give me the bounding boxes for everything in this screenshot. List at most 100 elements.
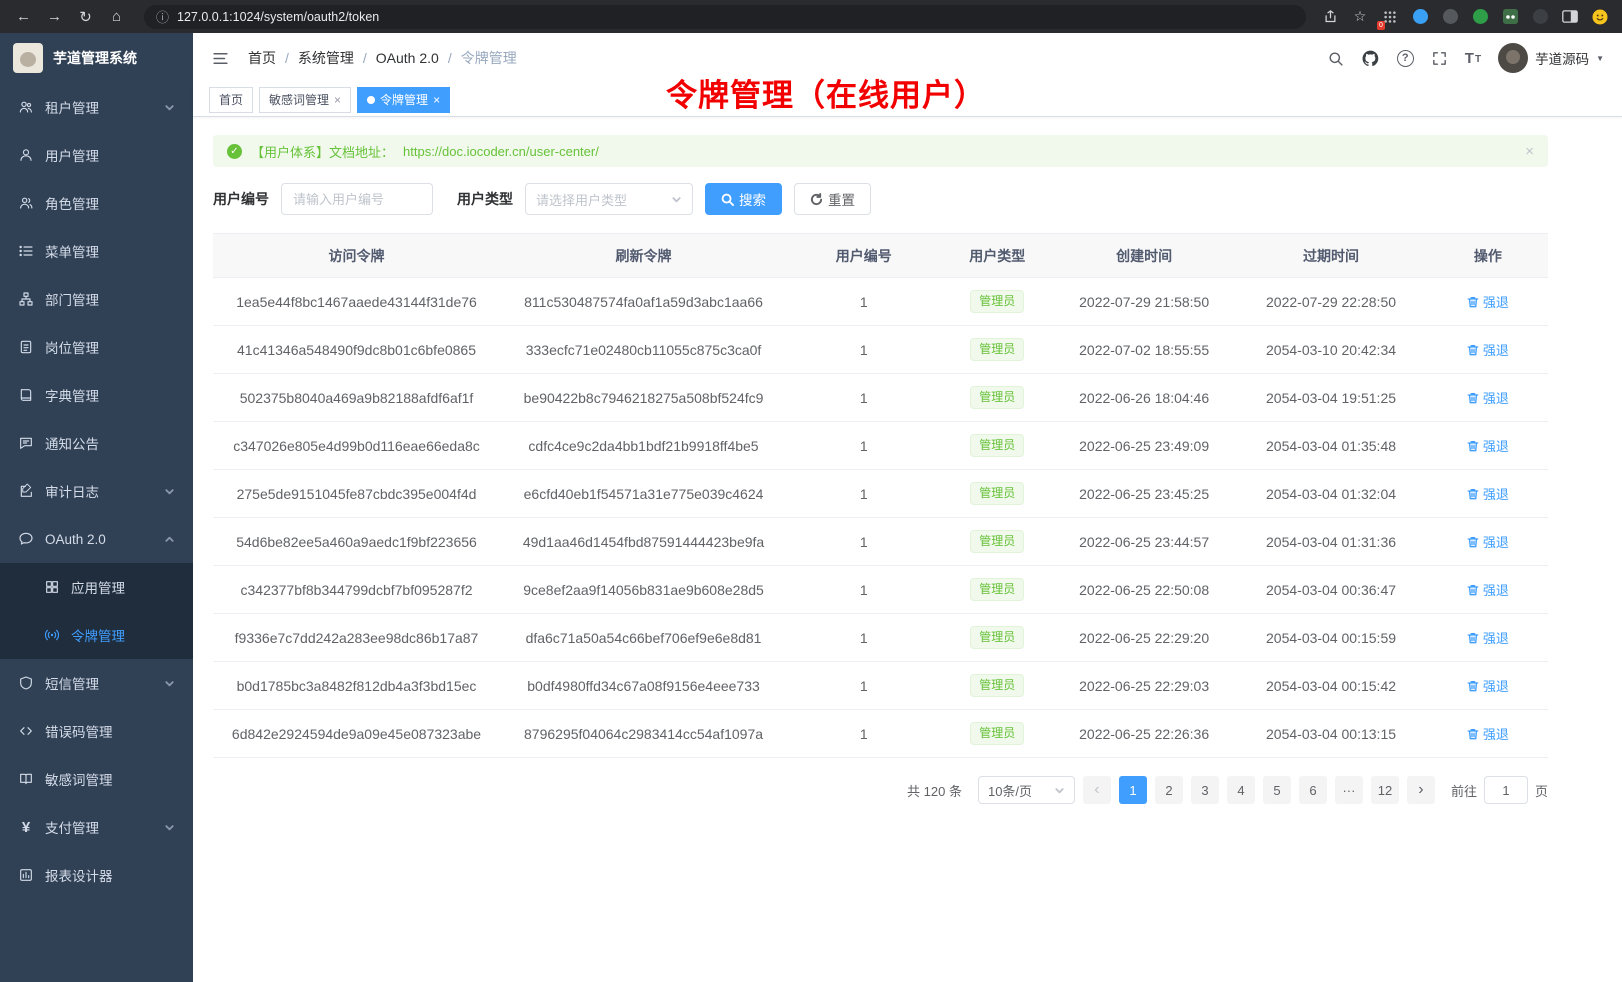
force-logout-button[interactable]: 强退 <box>1467 628 1509 647</box>
extension-monkey-icon[interactable] <box>1500 7 1520 27</box>
user-type-cell: 管理员 <box>941 338 1054 361</box>
sidebar-item-dict[interactable]: 字典管理 <box>0 371 193 419</box>
tab-close-icon[interactable]: × <box>334 93 341 107</box>
sidebar-item-error-code[interactable]: 错误码管理 <box>0 707 193 755</box>
prev-page-button[interactable]: ‹ <box>1083 776 1111 804</box>
split-screen-icon[interactable] <box>1560 7 1580 27</box>
force-logout-button[interactable]: 强退 <box>1467 484 1509 503</box>
reset-button[interactable]: 重置 <box>794 183 871 215</box>
search-button[interactable]: 搜索 <box>705 183 782 215</box>
trash-icon <box>1467 440 1479 452</box>
sidebar-item-report-designer[interactable]: 报表设计器 <box>0 851 193 899</box>
page-button[interactable]: 3 <box>1191 776 1219 804</box>
tab-home[interactable]: 首页 <box>209 87 253 113</box>
user-type-select[interactable]: 请选择用户类型 <box>525 183 693 215</box>
sidebar-item-pay[interactable]: ¥ 支付管理 <box>0 803 193 851</box>
user-menu[interactable]: 芋道源码 ▼ <box>1498 43 1604 73</box>
sidebar-item-tenant[interactable]: 租户管理 <box>0 83 193 131</box>
page-button[interactable]: 12 <box>1371 776 1399 804</box>
page-button[interactable]: 6 <box>1299 776 1327 804</box>
force-logout-button[interactable]: 强退 <box>1467 340 1509 359</box>
breadcrumb-home[interactable]: 首页 <box>248 48 276 68</box>
page-goto-input[interactable] <box>1484 776 1528 804</box>
font-size-icon[interactable]: TT <box>1465 51 1481 66</box>
browser-home-button[interactable]: ⌂ <box>103 4 130 29</box>
page-ellipsis-button[interactable]: ··· <box>1335 776 1363 804</box>
force-logout-label: 强退 <box>1483 436 1509 455</box>
user-id-cell: 1 <box>787 582 941 598</box>
expired-at-cell: 2054-03-04 01:35:48 <box>1234 438 1428 454</box>
profile-avatar[interactable] <box>1590 7 1610 27</box>
search-icon[interactable] <box>1327 50 1344 67</box>
alert-close-icon[interactable]: × <box>1525 143 1534 160</box>
bookmark-star-icon[interactable]: ☆ <box>1350 7 1370 27</box>
force-logout-button[interactable]: 强退 <box>1467 724 1509 743</box>
help-icon[interactable]: ? <box>1397 50 1414 67</box>
next-page-button[interactable]: › <box>1407 776 1435 804</box>
tab-label: 令牌管理 <box>380 91 428 108</box>
tab-close-icon[interactable]: × <box>433 93 440 107</box>
user-type-cell: 管理员 <box>941 722 1054 745</box>
tab-token-mgmt[interactable]: 令牌管理 × <box>357 87 450 113</box>
sidebar-item-sensitive-word[interactable]: 敏感词管理 <box>0 755 193 803</box>
sidebar-item-sms[interactable]: 短信管理 <box>0 659 193 707</box>
sidebar-item-app-mgmt[interactable]: 应用管理 <box>0 563 193 611</box>
user-id-input[interactable] <box>281 183 433 215</box>
sidebar-item-post[interactable]: 岗位管理 <box>0 323 193 371</box>
user-type-tag: 管理员 <box>970 386 1024 409</box>
force-logout-label: 强退 <box>1483 628 1509 647</box>
force-logout-button[interactable]: 强退 <box>1467 676 1509 695</box>
page-size-value: 10条/页 <box>988 781 1032 800</box>
force-logout-button[interactable]: 强退 <box>1467 388 1509 407</box>
page-button[interactable]: 4 <box>1227 776 1255 804</box>
refresh-token-cell: 333ecfc71e02480cb11055c875c3ca0f <box>500 342 787 358</box>
force-logout-button[interactable]: 强退 <box>1467 532 1509 551</box>
extension-grid-icon[interactable]: 0 <box>1380 7 1400 27</box>
extension-blue-icon[interactable] <box>1410 7 1430 27</box>
table-row: c347026e805e4d99b0d116eae66eda8c cdfc4ce… <box>213 422 1548 470</box>
doc-alert: ✓ 【用户体系】文档地址： https://doc.iocoder.cn/use… <box>213 135 1548 167</box>
force-logout-label: 强退 <box>1483 580 1509 599</box>
page-button[interactable]: 2 <box>1155 776 1183 804</box>
force-logout-button[interactable]: 强退 <box>1467 580 1509 599</box>
extension-paw-icon[interactable] <box>1530 7 1550 27</box>
user-id-cell: 1 <box>787 390 941 406</box>
sidebar-item-user[interactable]: 用户管理 <box>0 131 193 179</box>
sidebar-item-menu[interactable]: 菜单管理 <box>0 227 193 275</box>
sidebar-item-role[interactable]: 角色管理 <box>0 179 193 227</box>
sidebar-item-oauth[interactable]: OAuth 2.0 <box>0 515 193 563</box>
sidebar-collapse-button[interactable] <box>211 49 230 68</box>
force-logout-button[interactable]: 强退 <box>1467 292 1509 311</box>
force-logout-label: 强退 <box>1483 724 1509 743</box>
address-bar[interactable]: ⓘ 127.0.0.1:1024/system/oauth2/token <box>144 5 1306 29</box>
share-icon[interactable] <box>1320 7 1340 27</box>
user-type-cell: 管理员 <box>941 386 1054 409</box>
sidebar-item-dept[interactable]: 部门管理 <box>0 275 193 323</box>
sidebar-item-audit-log[interactable]: 审计日志 <box>0 467 193 515</box>
sidebar-item-label: 敏感词管理 <box>45 769 175 789</box>
browser-reload-button[interactable]: ↻ <box>72 4 99 29</box>
tab-sensitive-word[interactable]: 敏感词管理 × <box>259 87 351 113</box>
extension-dark-icon[interactable] <box>1440 7 1460 27</box>
page-button[interactable]: 1 <box>1119 776 1147 804</box>
github-icon[interactable] <box>1361 49 1380 68</box>
pagination: 共 120 条 10条/页 ‹ 1 2 3 4 5 6 ··· 12 › 前往 … <box>213 776 1548 804</box>
page-button[interactable]: 5 <box>1263 776 1291 804</box>
sidebar-item-notice[interactable]: 通知公告 <box>0 419 193 467</box>
breadcrumb-system[interactable]: 系统管理 <box>298 48 354 68</box>
sidebar-item-label: 令牌管理 <box>71 625 175 645</box>
site-info-icon[interactable]: ⓘ <box>156 7 169 26</box>
breadcrumb-oauth[interactable]: OAuth 2.0 <box>376 50 439 66</box>
action-cell: 强退 <box>1428 340 1548 359</box>
browser-forward-button[interactable]: → <box>41 4 68 29</box>
created-at-cell: 2022-07-29 21:58:50 <box>1054 294 1234 310</box>
fullscreen-icon[interactable] <box>1431 50 1448 67</box>
sidebar-item-token-mgmt[interactable]: 令牌管理 <box>0 611 193 659</box>
force-logout-button[interactable]: 强退 <box>1467 436 1509 455</box>
chevron-down-icon: ▼ <box>1596 54 1604 63</box>
page-size-select[interactable]: 10条/页 <box>978 776 1075 804</box>
doc-link[interactable]: https://doc.iocoder.cn/user-center/ <box>403 144 599 159</box>
extension-green-icon[interactable] <box>1470 7 1490 27</box>
access-token-cell: 275e5de9151045fe87cbdc395e004f4d <box>213 486 500 502</box>
browser-back-button[interactable]: ← <box>10 4 37 29</box>
